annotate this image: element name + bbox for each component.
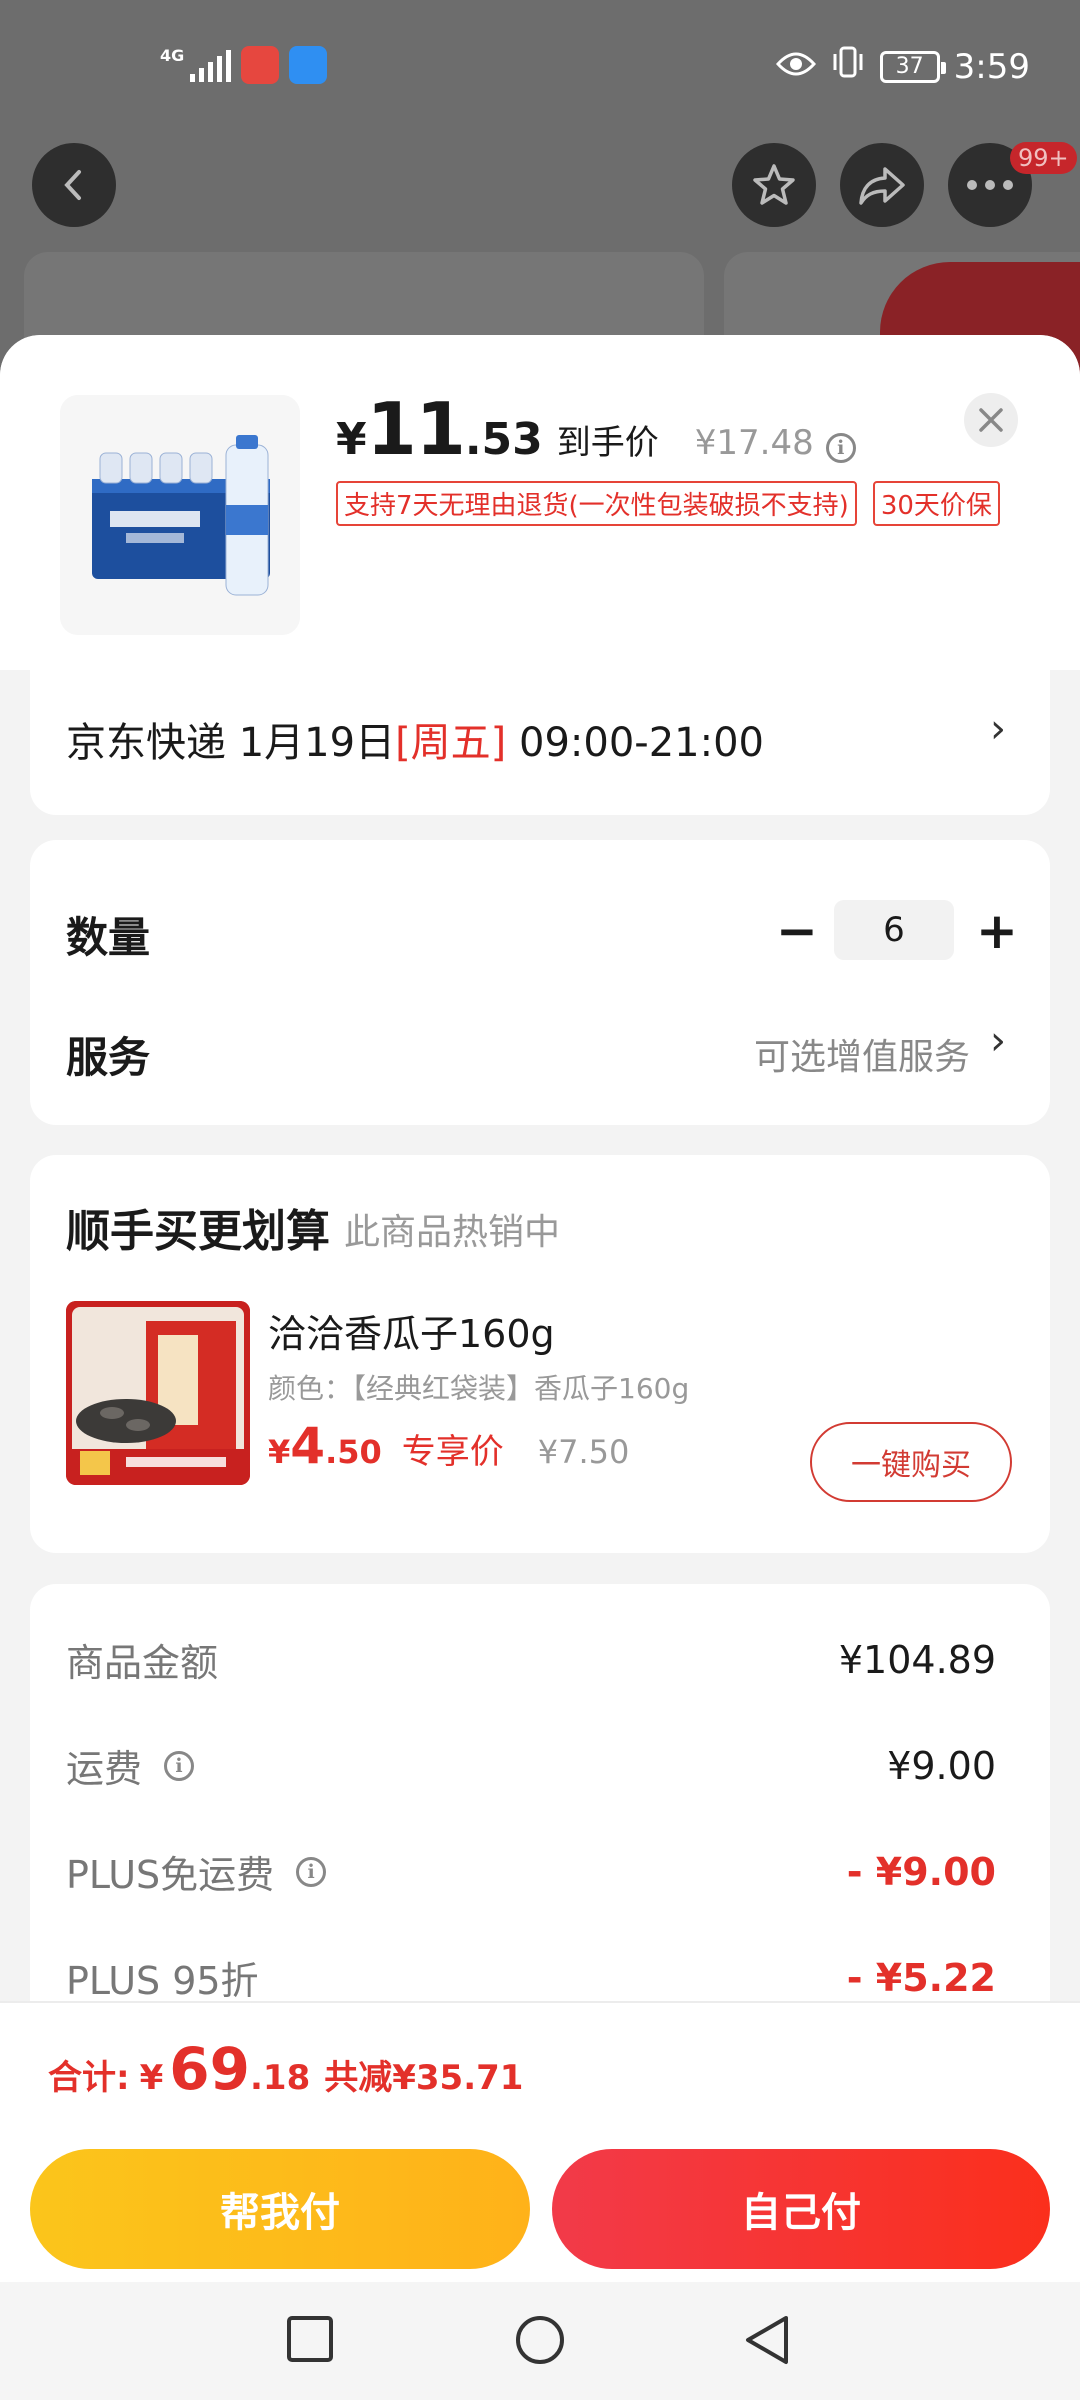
service-value[interactable]: 可选增值服务 xyxy=(754,1028,970,1080)
summary-row: PLUS免运费 i - ¥9.00 xyxy=(66,1849,996,1898)
addon-price-label: 专享价 xyxy=(401,1432,504,1472)
delivery-carrier: 京东快递 xyxy=(66,720,226,766)
system-nav-bar xyxy=(0,2282,1080,2400)
addon-product-image[interactable] xyxy=(66,1301,250,1485)
chevron-right-icon: › xyxy=(990,706,1006,752)
close-icon xyxy=(979,408,1003,432)
purchase-sheet: ¥ 11 .53 到手价 ¥17.48 i 支持7天无理由退货(一次性包装破损不… xyxy=(0,335,1080,2400)
total-saving: 共减¥35.71 xyxy=(324,2058,524,2098)
home-button[interactable] xyxy=(514,2314,566,2370)
clock: 3:59 xyxy=(953,46,1030,87)
chevron-left-icon xyxy=(64,170,81,200)
quantity-decrease-button[interactable]: − xyxy=(776,906,818,956)
delivery-row[interactable]: 京东快递 1月19日[周五] 09:00-21:00 › xyxy=(30,670,1050,815)
quantity-label: 数量 xyxy=(66,913,151,962)
square-icon xyxy=(287,2316,333,2362)
close-button[interactable] xyxy=(964,393,1018,447)
quantity-increase-button[interactable]: + xyxy=(976,906,1018,956)
product-image xyxy=(60,395,300,635)
price-decimal: .53 xyxy=(464,414,543,465)
addon-product-spec: 颜色：【经典红袋装】香瓜子160g xyxy=(268,1372,690,1405)
quantity-input[interactable]: 6 xyxy=(834,900,954,960)
return-policy-tag: 支持7天无理由退货(一次性包装破损不支持) xyxy=(336,481,857,526)
service-label: 服务 xyxy=(66,1033,151,1082)
action-area: 帮我付 自己付 xyxy=(0,2137,1080,2282)
one-click-buy-button[interactable]: 一键购买 xyxy=(810,1422,1012,1502)
price-integer: 11 xyxy=(366,387,466,471)
chevron-right-icon[interactable]: › xyxy=(990,1018,1006,1064)
more-dots-icon xyxy=(967,180,1013,190)
addon-subtitle: 此商品热销中 xyxy=(344,1212,561,1253)
status-bar: 4G 37 3:59 xyxy=(0,0,1080,130)
signal-icon: 4G xyxy=(160,48,232,82)
info-icon[interactable]: i xyxy=(825,433,856,463)
eye-icon xyxy=(775,47,816,87)
share-button[interactable] xyxy=(840,143,924,227)
price-label: 到手价 xyxy=(556,423,659,463)
star-icon xyxy=(753,164,795,205)
addon-card: 顺手买更划算 此商品热销中 洽洽香瓜子160g 颜色：【经典红袋装】香瓜子160… xyxy=(30,1155,1050,1553)
self-pay-button[interactable]: 自己付 xyxy=(552,2149,1050,2269)
help-pay-button[interactable]: 帮我付 xyxy=(30,2149,530,2269)
total-amount: 合计: ¥ 69 .18 共减¥35.71 xyxy=(48,2035,524,2103)
info-icon[interactable]: i xyxy=(164,1750,195,1781)
price-line: ¥ 11 .53 到手价 ¥17.48 i xyxy=(336,387,856,471)
delivery-weekday: [周五] xyxy=(395,720,507,766)
favorite-button[interactable] xyxy=(732,143,816,227)
price-currency: ¥ xyxy=(336,414,367,465)
sheet-header: ¥ 11 .53 到手价 ¥17.48 i 支持7天无理由退货(一次性包装破损不… xyxy=(0,335,1080,670)
circle-icon xyxy=(516,2316,564,2364)
product-tags: 支持7天无理由退货(一次性包装破损不支持) 30天价保 xyxy=(336,481,1000,526)
vibrate-icon xyxy=(830,44,866,89)
price-protect-tag: 30天价保 xyxy=(872,481,1000,526)
back-nav-button[interactable] xyxy=(742,2314,792,2370)
original-price: ¥17.48 xyxy=(694,423,814,463)
addon-old-price: ¥7.50 xyxy=(537,1433,630,1471)
quantity-service-card: 数量 − 6 + 服务 可选增值服务 › xyxy=(30,840,1050,1125)
summary-row: 运费 i ¥9.00 xyxy=(66,1743,996,1792)
delivery-text: 京东快递 1月19日[周五] 09:00-21:00 xyxy=(66,710,764,768)
notification-badge: 99+ xyxy=(1010,142,1077,174)
delivery-window: 09:00-21:00 xyxy=(519,720,764,766)
back-button[interactable] xyxy=(32,143,116,227)
summary-row: 商品金额 ¥104.89 xyxy=(66,1637,996,1686)
info-icon[interactable]: i xyxy=(296,1856,327,1887)
recent-apps-button[interactable] xyxy=(285,2314,335,2368)
addon-title: 顺手买更划算 xyxy=(66,1206,330,1257)
app-notification-icon xyxy=(241,46,280,84)
delivery-date: 1月19日 xyxy=(238,720,396,766)
addon-price: ¥ 4 .50 专享价 ¥7.50 xyxy=(268,1417,630,1475)
battery-icon: 37 xyxy=(879,50,946,83)
triangle-back-icon xyxy=(746,2316,788,2364)
share-icon xyxy=(859,167,905,205)
addon-product-name[interactable]: 洽洽香瓜子160g xyxy=(268,1303,555,1358)
total-bar: 合计: ¥ 69 .18 共减¥35.71 xyxy=(0,2001,1080,2137)
summary-row: PLUS 95折 - ¥5.22 xyxy=(66,1955,996,2004)
weather-icon xyxy=(289,46,328,84)
